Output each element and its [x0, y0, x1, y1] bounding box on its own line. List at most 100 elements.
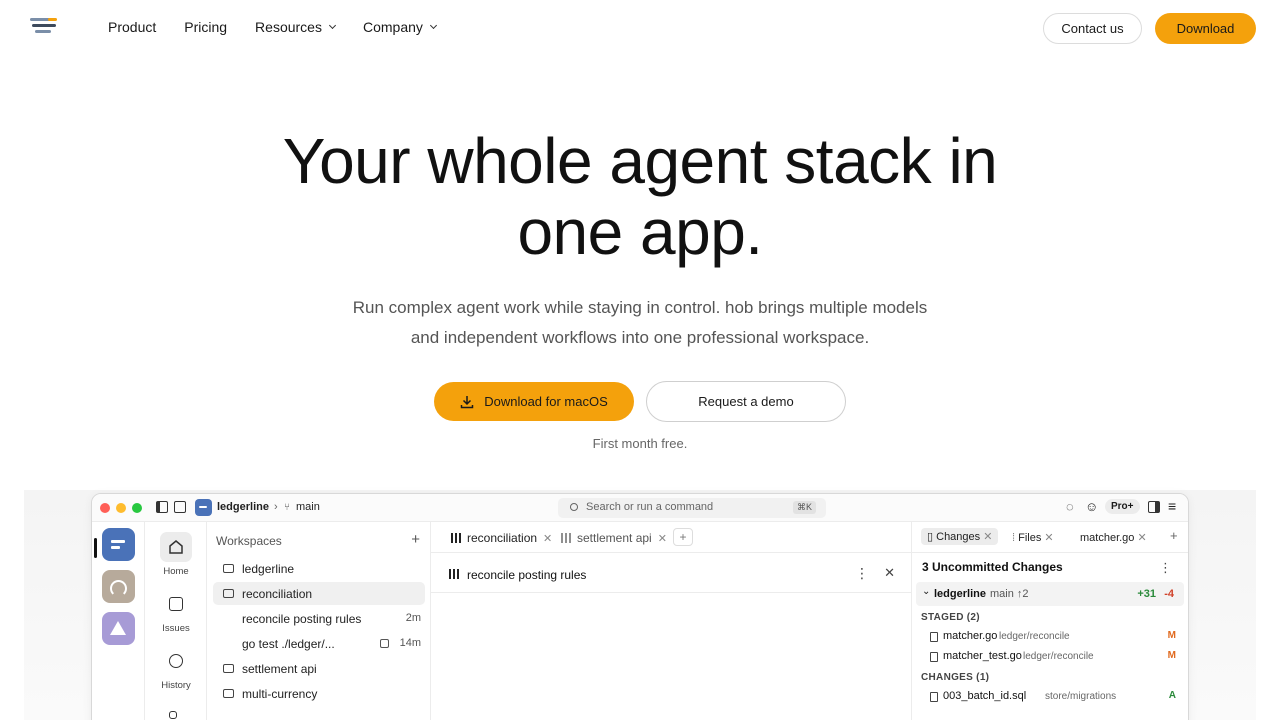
- thread-item[interactable]: reconcile posting rules 2m: [213, 607, 425, 630]
- workspaces-heading: Workspaces: [216, 534, 282, 548]
- issues-icon: [160, 589, 192, 619]
- branch-icon: ⑂: [284, 502, 290, 513]
- file-icon: [930, 652, 938, 662]
- files-icon: ⁞: [1012, 532, 1016, 544]
- search-placeholder: Search or run a command: [586, 501, 714, 513]
- command-search-input[interactable]: Search or run a command ⌘K: [558, 498, 826, 518]
- contact-us-button[interactable]: Contact us: [1043, 13, 1142, 44]
- grid-icon: [561, 533, 571, 543]
- file-icon: ▯: [927, 531, 934, 543]
- tab-settlement-api[interactable]: settlement api ✕: [561, 531, 667, 545]
- tab-reconciliation[interactable]: reconciliation ✕: [451, 531, 552, 545]
- workspace-rail: [92, 522, 145, 720]
- close-tab-icon[interactable]: ✕: [543, 533, 552, 545]
- workspaces-panel: Workspaces + ledgerline reconciliation r…: [207, 522, 431, 720]
- search-shortcut: ⌘K: [792, 501, 816, 514]
- history-icon: [160, 646, 192, 676]
- home-icon: [160, 532, 192, 562]
- app-window: ledgerline › ⑂ main Search or run a comm…: [91, 493, 1189, 720]
- nav-home[interactable]: Home: [145, 532, 207, 577]
- search-icon: [570, 503, 578, 511]
- hero-subtitle: Run complex agent work while staying in …: [300, 293, 980, 353]
- workspace-switch-ledgerline-icon[interactable]: [102, 528, 135, 561]
- grid-icon: [451, 533, 461, 543]
- folder-icon: [223, 689, 234, 698]
- add-panel-tab-icon[interactable]: +: [1170, 528, 1178, 543]
- nav-more[interactable]: [145, 703, 207, 720]
- download-macos-label: Download for macOS: [484, 394, 608, 409]
- workspace-switch-arc-icon[interactable]: [102, 570, 135, 603]
- chevron-down-icon: [328, 21, 337, 30]
- close-window-icon[interactable]: [100, 503, 110, 513]
- menu-icon[interactable]: ≡: [1168, 498, 1176, 514]
- file-icon: [930, 632, 938, 642]
- hero-title-line1: Your whole agent stack in: [282, 125, 998, 197]
- thread-header: reconcile posting rules ⋮ ✕: [431, 553, 911, 593]
- chevron-down-icon: [429, 21, 437, 30]
- maximize-window-icon[interactable]: [132, 503, 142, 513]
- chevron-down-icon: ⌄: [922, 586, 931, 597]
- add-workspace-icon[interactable]: +: [411, 531, 420, 548]
- workspace-item[interactable]: ledgerline: [213, 557, 425, 580]
- tab-files[interactable]: ⁞ Files ✕: [1012, 531, 1054, 544]
- brand-logo-icon[interactable]: [30, 18, 58, 36]
- changes-panel: ▯ Changes ✕ ⁞ Files ✕ matcher.go ✕ + 3 U…: [911, 522, 1188, 720]
- branch-name[interactable]: main: [296, 501, 320, 513]
- new-tab-icon[interactable]: [174, 501, 186, 513]
- request-demo-button[interactable]: Request a demo: [646, 381, 846, 422]
- nav-links: Product Pricing Resources Company: [108, 19, 464, 35]
- nav-issues[interactable]: Issues: [145, 589, 207, 634]
- tab-bar: reconciliation ✕ settlement api ✕ +: [431, 522, 911, 553]
- nav-link-company[interactable]: Company: [363, 19, 437, 35]
- hero-subtitle-line2: and independent workflows into one profe…: [410, 328, 870, 347]
- folder-open-icon: [223, 589, 234, 598]
- thread-item[interactable]: go test ./ledger/... 14m: [213, 632, 425, 655]
- more-options-icon[interactable]: ⋮: [1159, 560, 1172, 576]
- close-tab-icon[interactable]: ✕: [983, 531, 992, 543]
- close-tab-icon[interactable]: ✕: [1044, 532, 1053, 544]
- active-indicator: [94, 538, 97, 558]
- close-tab-icon[interactable]: ✕: [1137, 532, 1146, 544]
- thread-title: reconcile posting rules: [467, 568, 587, 582]
- nav-home-label: Home: [163, 566, 189, 577]
- nav-link-product[interactable]: Product: [108, 19, 156, 35]
- close-tab-icon[interactable]: ✕: [658, 533, 667, 545]
- close-icon[interactable]: ✕: [884, 565, 895, 581]
- smiley-icon[interactable]: ☺: [1085, 499, 1098, 514]
- nav-link-resources[interactable]: Resources: [255, 19, 337, 35]
- free-trial-note: First month free.: [592, 436, 688, 451]
- tab-changes[interactable]: ▯ Changes ✕: [921, 528, 999, 545]
- terminal-icon: [380, 639, 389, 648]
- project-badge-icon: [195, 499, 212, 516]
- download-button[interactable]: Download: [1155, 13, 1256, 44]
- add-tab-button[interactable]: +: [673, 528, 693, 546]
- nav-history[interactable]: History: [145, 646, 207, 691]
- nav-history-label: History: [161, 680, 191, 691]
- workflow-icon: [160, 703, 192, 720]
- workspace-item[interactable]: settlement api: [213, 657, 425, 680]
- main-area: reconciliation ✕ settlement api ✕ + reconc…: [431, 522, 911, 720]
- panel-toggle-icon[interactable]: [1148, 501, 1160, 513]
- download-icon: [460, 395, 474, 408]
- plan-badge[interactable]: Pro+: [1105, 499, 1140, 514]
- more-options-icon[interactable]: ⋮: [855, 565, 869, 582]
- changes-heading: CHANGES (1): [921, 672, 990, 683]
- repo-row[interactable]: ⌄ ledgerline main ↑2 +31 -4: [916, 582, 1184, 606]
- changes-title: 3 Uncommitted Changes: [922, 560, 1063, 574]
- folder-icon: [223, 664, 234, 673]
- tab-matcher-go[interactable]: matcher.go ✕: [1080, 531, 1147, 544]
- app-nav: Home Issues History: [145, 522, 207, 720]
- workspace-item[interactable]: reconciliation: [213, 582, 425, 605]
- nav-issues-label: Issues: [162, 623, 190, 634]
- nav-link-pricing[interactable]: Pricing: [184, 19, 227, 35]
- chevron-right-icon: ›: [274, 501, 278, 513]
- sidebar-toggle-icon[interactable]: [156, 501, 168, 513]
- top-nav: Product Pricing Resources Company Contac…: [0, 0, 1280, 56]
- workspace-item[interactable]: multi-currency: [213, 682, 425, 705]
- workspace-switch-triangle-icon[interactable]: [102, 612, 135, 645]
- hero-title: Your whole agent stack in one app.: [0, 126, 1280, 268]
- minimize-window-icon[interactable]: [116, 503, 126, 513]
- hero-subtitle-line1: Run complex agent work while staying in …: [352, 298, 928, 317]
- project-name[interactable]: ledgerline: [217, 501, 269, 513]
- download-macos-button[interactable]: Download for macOS: [434, 382, 634, 421]
